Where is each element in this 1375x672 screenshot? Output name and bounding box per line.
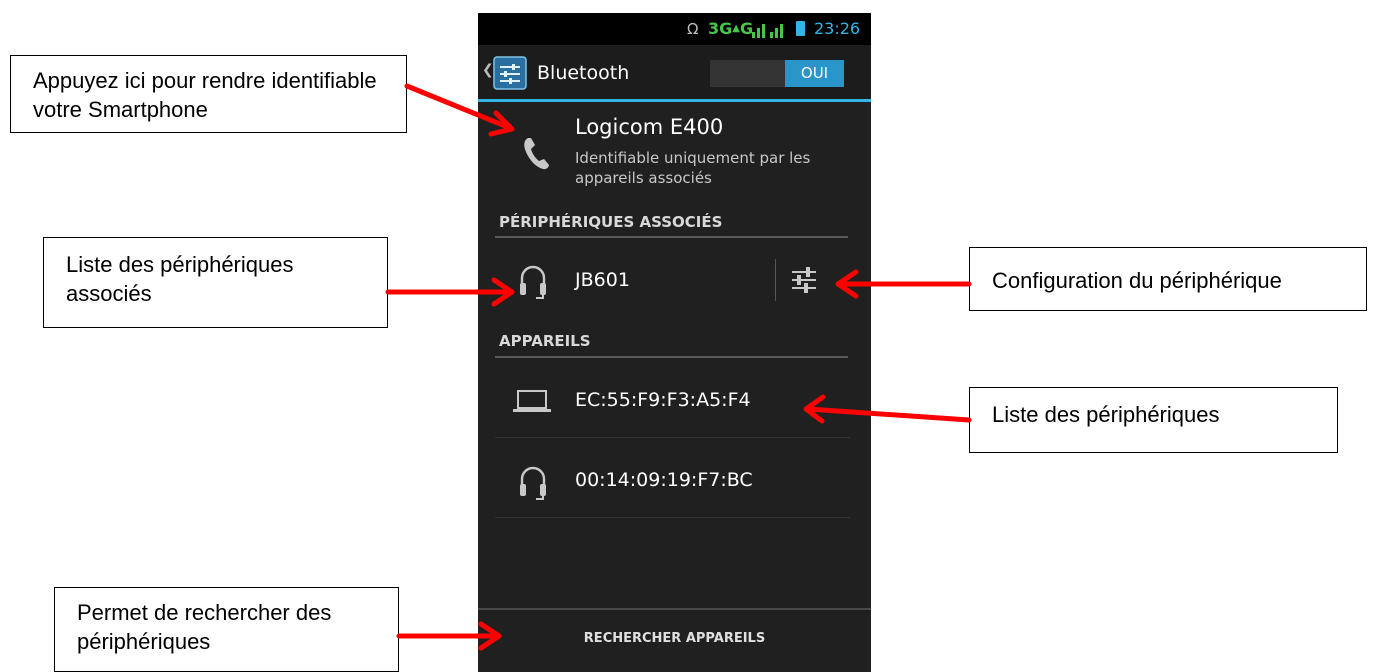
arrow-paired-list <box>385 277 515 307</box>
arrow-config <box>835 269 972 299</box>
annotation-arrows <box>385 83 972 651</box>
arrow-device-list <box>803 394 972 424</box>
arrow-identify <box>404 83 515 137</box>
arrow-search <box>396 621 502 651</box>
